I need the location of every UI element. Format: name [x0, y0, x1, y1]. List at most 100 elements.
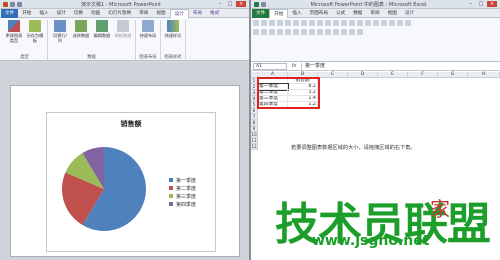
column-header[interactable]: F [408, 72, 438, 77]
undo-icon[interactable] [17, 1, 22, 7]
switch-row-column-button[interactable]: 切换行/列 [51, 20, 69, 43]
underline-icon[interactable] [293, 20, 299, 26]
edit-data-button[interactable]: 编辑数据 [93, 20, 111, 38]
formula-bar: A1 fx 第一季度 [251, 62, 500, 71]
close-button[interactable]: × [236, 1, 246, 7]
outdent-icon[interactable] [301, 29, 307, 35]
select-data-icon [75, 20, 87, 32]
column-header[interactable]: B [288, 72, 318, 77]
tab-slideshow[interactable]: 幻灯片放映 [104, 9, 135, 18]
maximize-button[interactable]: □ [477, 1, 485, 7]
quick-layout-button[interactable]: 快速布局 [139, 20, 157, 38]
cut-icon[interactable] [253, 29, 259, 35]
name-box[interactable]: A1 [253, 62, 287, 70]
chart-object[interactable]: 销售额 第一季度 第二季度 第三季度 第四季度 [46, 112, 216, 252]
column-header[interactable]: A [258, 72, 288, 77]
cell[interactable]: 1.2 [288, 102, 318, 108]
row-header[interactable]: 12 [251, 144, 257, 150]
watermark-side: 家 [430, 197, 450, 221]
decimal-icon[interactable] [309, 29, 315, 35]
merge-icon[interactable] [349, 20, 355, 26]
tab-formulas[interactable]: 公式 [332, 9, 349, 18]
ppt-window-title: 演示文稿1 - Microsoft PowerPoint [80, 1, 162, 8]
tab-animations[interactable]: 动画 [87, 9, 104, 18]
resize-instruction: 若要调整图表数据区域的大小，请拖拽区域的右下角。 [291, 145, 416, 151]
cell[interactable]: 第四季度 [258, 102, 288, 108]
save-icon[interactable] [261, 1, 266, 7]
column-header[interactable]: D [348, 72, 378, 77]
tab-data[interactable]: 数据 [349, 9, 366, 18]
clear-icon[interactable] [357, 29, 363, 35]
tab-view[interactable]: 视图 [152, 9, 169, 18]
column-header[interactable]: C [318, 72, 348, 77]
conditional-format-icon[interactable] [373, 20, 379, 26]
delete-icon[interactable] [333, 29, 339, 35]
sort-icon[interactable] [397, 20, 403, 26]
cell-style-icon[interactable] [325, 29, 331, 35]
align-left-icon[interactable] [325, 20, 331, 26]
bold-icon[interactable] [277, 20, 283, 26]
tab-file[interactable]: 文件 [252, 8, 270, 18]
copy-icon[interactable] [261, 29, 267, 35]
tab-table-design[interactable]: 设计 [401, 9, 418, 18]
tab-design[interactable]: 设计 [53, 9, 70, 18]
find-icon[interactable] [405, 20, 411, 26]
indent-icon[interactable] [293, 29, 299, 35]
tab-page-layout[interactable]: 页面布局 [306, 9, 332, 18]
change-chart-type-button[interactable]: 更改图表类型 [5, 20, 23, 43]
tab-file[interactable]: 文件 [1, 8, 19, 18]
number-format-icon[interactable] [357, 20, 363, 26]
column-header[interactable]: E [378, 72, 408, 77]
font-color-icon[interactable] [317, 20, 323, 26]
tab-insert[interactable]: 插入 [35, 9, 52, 18]
quick-layout-icon [142, 20, 154, 32]
align-center-icon[interactable] [333, 20, 339, 26]
font-size-icon[interactable] [269, 20, 275, 26]
select-data-button[interactable]: 选择数据 [72, 20, 90, 38]
paste-icon[interactable] [253, 20, 259, 26]
tab-home[interactable]: 开始 [18, 9, 35, 18]
insert-icon[interactable] [381, 20, 387, 26]
tab-chart-layout[interactable]: 布局 [189, 9, 206, 18]
tab-view[interactable]: 视图 [384, 9, 401, 18]
format-painter-icon[interactable] [269, 29, 275, 35]
fill-icon[interactable] [349, 29, 355, 35]
tab-chart-design[interactable]: 设计 [169, 8, 189, 18]
chart-title[interactable]: 销售额 [47, 119, 215, 129]
toolbar-row [253, 29, 498, 35]
italic-icon[interactable] [285, 20, 291, 26]
tab-review[interactable]: 审阅 [366, 9, 383, 18]
fx-icon[interactable]: fx [287, 63, 301, 69]
minimize-button[interactable]: – [216, 1, 224, 7]
save-as-template-button[interactable]: 另存为模板 [26, 20, 44, 43]
chart-legend[interactable]: 第一季度 第二季度 第三季度 第四季度 [169, 176, 196, 208]
tab-home[interactable]: 开始 [269, 8, 289, 18]
close-button[interactable]: × [487, 1, 497, 7]
legend-item: 第三季度 [169, 192, 196, 200]
column-header[interactable]: H [468, 72, 500, 77]
strikethrough-icon[interactable] [277, 29, 283, 35]
select-all-corner[interactable] [251, 72, 258, 77]
tab-review[interactable]: 审阅 [135, 9, 152, 18]
table-style-icon[interactable] [317, 29, 323, 35]
tab-chart-format[interactable]: 格式 [206, 9, 223, 18]
column-header[interactable]: G [438, 72, 468, 77]
minimize-button[interactable]: – [467, 1, 475, 7]
border-icon[interactable] [301, 20, 307, 26]
wrap-text-icon[interactable] [285, 29, 291, 35]
slide[interactable]: 销售额 第一季度 第二季度 第三季度 第四季度 [10, 85, 240, 257]
sum-icon[interactable] [389, 20, 395, 26]
percent-icon[interactable] [365, 20, 371, 26]
format-icon[interactable] [341, 29, 347, 35]
quick-styles-button[interactable]: 快速样式 [164, 20, 182, 38]
refresh-data-button[interactable]: 刷新数据 [114, 20, 132, 38]
tab-transitions[interactable]: 切换 [70, 9, 87, 18]
fill-color-icon[interactable] [309, 20, 315, 26]
maximize-button[interactable]: □ [226, 1, 234, 7]
font-icon[interactable] [261, 20, 267, 26]
save-icon[interactable] [10, 1, 15, 7]
formula-input[interactable]: 第一季度 [301, 62, 500, 70]
tab-insert[interactable]: 插入 [288, 9, 305, 18]
align-right-icon[interactable] [341, 20, 347, 26]
pie-chart[interactable] [49, 129, 169, 249]
